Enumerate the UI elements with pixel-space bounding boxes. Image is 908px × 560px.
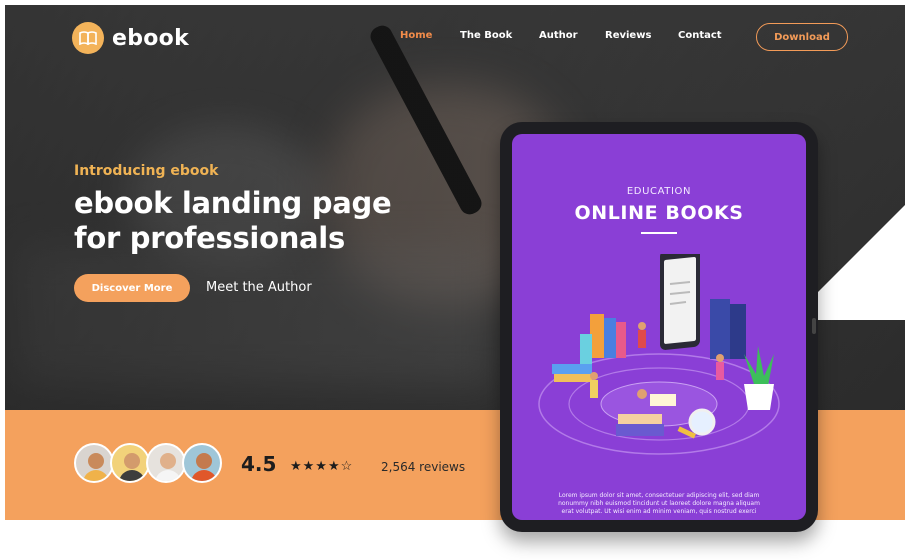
nav-the-book[interactable]: The Book: [460, 30, 512, 41]
avatar: [146, 443, 186, 483]
nav-contact[interactable]: Contact: [678, 30, 722, 41]
discover-more-button[interactable]: Discover More: [74, 274, 190, 302]
nav-author[interactable]: Author: [539, 30, 578, 41]
nav-home[interactable]: Home: [400, 30, 432, 41]
headline-line-1: ebook landing page: [74, 186, 392, 220]
tablet-screen: EDUCATION ONLINE BOOKS Lorem ipsum dolor…: [512, 134, 806, 520]
avatar: [74, 443, 114, 483]
landing-page: ebook Home The Book Author Reviews Conta…: [0, 0, 908, 560]
headline-line-2: for professionals: [74, 221, 345, 255]
star-rating-icon: ★★★★☆: [290, 458, 354, 473]
rating-score: 4.5: [241, 452, 277, 476]
meet-author-link[interactable]: Meet the Author: [206, 280, 312, 295]
isometric-library-illustration: [538, 254, 780, 455]
nav-reviews[interactable]: Reviews: [605, 30, 651, 41]
open-book-icon: [72, 22, 104, 54]
logo-text: ebook: [112, 25, 190, 51]
download-button[interactable]: Download: [756, 23, 848, 51]
avatar: [182, 443, 222, 483]
logo[interactable]: ebook: [72, 22, 189, 54]
screen-title: ONLINE BOOKS: [574, 202, 744, 224]
hero-eyebrow: Introducing ebook: [74, 163, 219, 179]
hero-headline: ebook landing page for professionals: [74, 186, 392, 256]
phone-icon: [660, 254, 700, 350]
tablet-mockup: EDUCATION ONLINE BOOKS Lorem ipsum dolor…: [500, 122, 818, 532]
avatar: [110, 443, 150, 483]
screen-body-text: Lorem ipsum dolor sit amet, consectetuer…: [558, 492, 760, 515]
review-count: 2,564 reviews: [381, 460, 466, 474]
screen-eyebrow: EDUCATION: [626, 186, 692, 197]
